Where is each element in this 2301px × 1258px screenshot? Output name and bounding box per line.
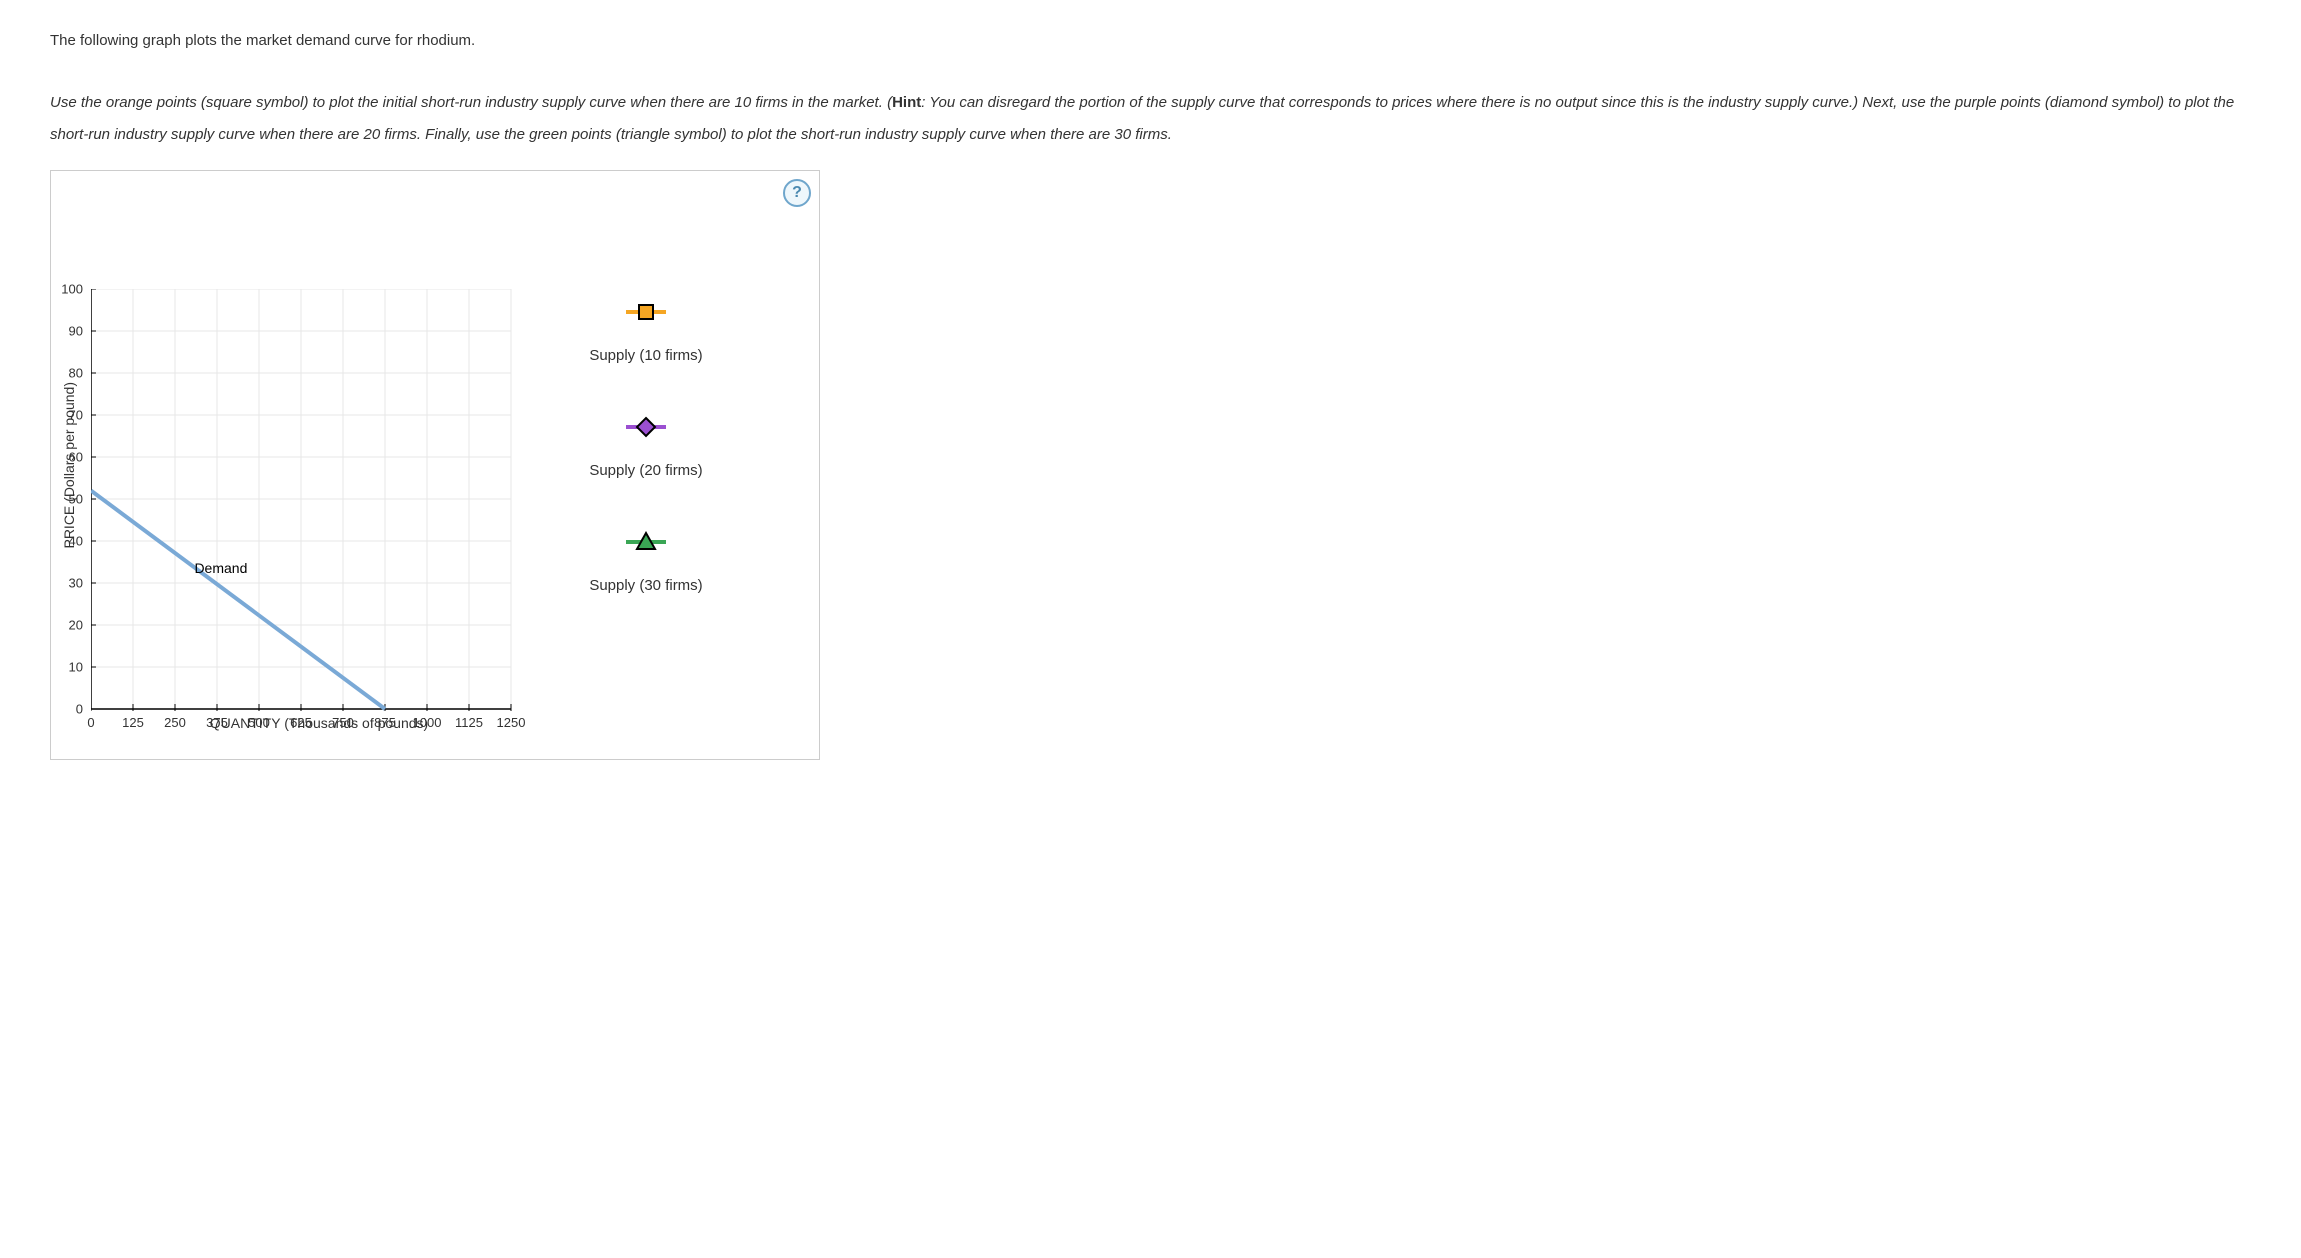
- y-tick-label: 60: [43, 450, 83, 465]
- x-tick-label: 750: [332, 715, 354, 730]
- y-tick-label: 50: [43, 492, 83, 507]
- chart-legend: Supply (10 firms) Supply (20 firms) Supply…: [571, 301, 721, 749]
- help-button[interactable]: ?: [783, 179, 811, 207]
- x-tick-label: 250: [164, 715, 186, 730]
- y-tick-label: 30: [43, 576, 83, 591]
- x-tick-label: 625: [290, 715, 312, 730]
- y-tick-label: 90: [43, 324, 83, 339]
- x-tick-label: 875: [374, 715, 396, 730]
- x-tick-label: 375: [206, 715, 228, 730]
- chart-svg[interactable]: [91, 289, 513, 711]
- triangle-icon: [571, 531, 721, 553]
- instr-part-1: Use the orange points (square symbol) to…: [50, 94, 892, 111]
- x-tick-label: 0: [87, 715, 94, 730]
- x-tick-label: 1250: [497, 715, 526, 730]
- x-tick-label: 500: [248, 715, 270, 730]
- y-tick-label: 70: [43, 408, 83, 423]
- demand-series-label: Demand: [194, 560, 247, 576]
- y-tick-label: 40: [43, 534, 83, 549]
- y-tick-label: 20: [43, 618, 83, 633]
- diamond-icon: [571, 416, 721, 438]
- x-tick-label: 1000: [413, 715, 442, 730]
- hint-bold: Hint: [892, 94, 921, 111]
- y-tick-label: 80: [43, 366, 83, 381]
- square-icon: [571, 301, 721, 323]
- y-tick-label: 10: [43, 660, 83, 675]
- intro-text: The following graph plots the market dem…: [50, 30, 2251, 51]
- legend-item[interactable]: Supply (30 firms): [571, 531, 721, 594]
- legend-label: Supply (20 firms): [571, 462, 721, 479]
- chart-left: PRICE (Dollars per pound) 01020304050607…: [61, 181, 511, 749]
- chart-plot-area[interactable]: 0102030405060708090100012525037550062575…: [91, 289, 511, 709]
- y-tick-label: 100: [43, 282, 83, 297]
- legend-label: Supply (10 firms): [571, 347, 721, 364]
- chart-panel: ? PRICE (Dollars per pound) 010203040506…: [50, 170, 820, 760]
- legend-label: Supply (30 firms): [571, 577, 721, 594]
- instructions-text: Use the orange points (square symbol) to…: [50, 87, 2251, 150]
- legend-item[interactable]: Supply (10 firms): [571, 301, 721, 364]
- y-tick-label: 0: [43, 702, 83, 717]
- legend-item[interactable]: Supply (20 firms): [571, 416, 721, 479]
- x-tick-label: 125: [122, 715, 144, 730]
- demand-line: [91, 491, 385, 709]
- plot-wrap: 0102030405060708090100012525037550062575…: [81, 199, 511, 731]
- x-tick-label: 1125: [455, 715, 483, 730]
